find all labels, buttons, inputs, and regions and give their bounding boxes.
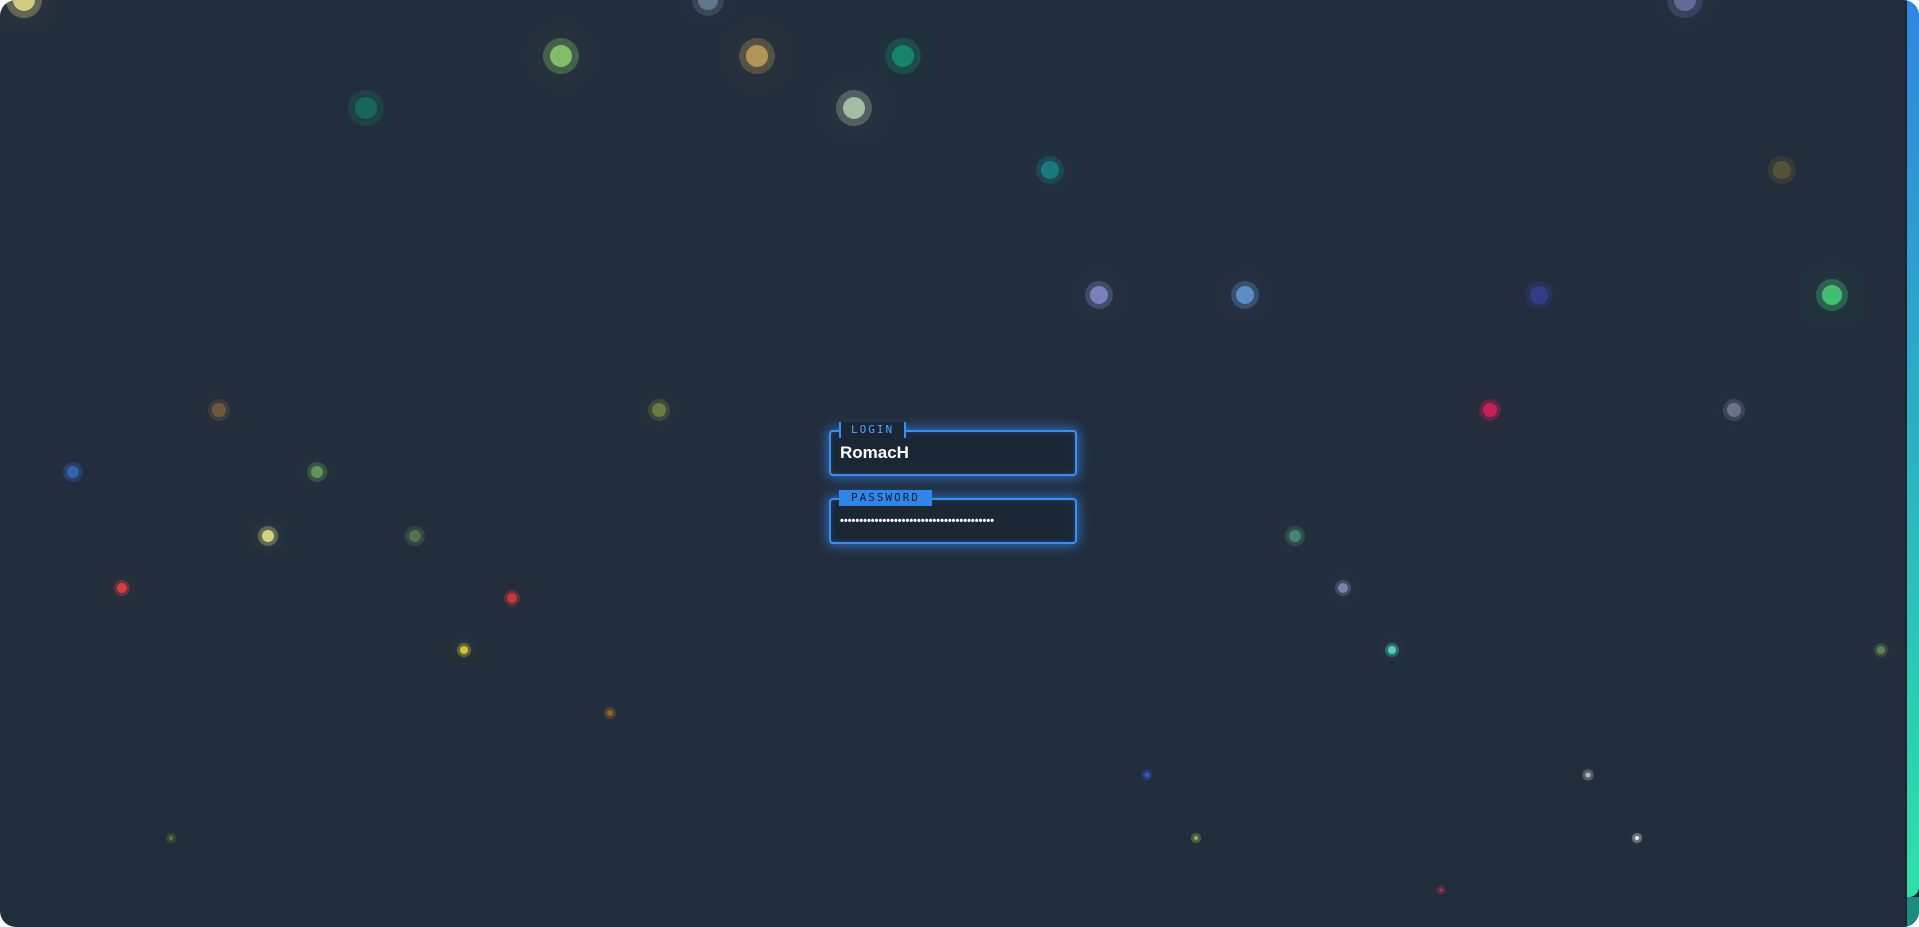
bokeh-dot	[507, 593, 517, 603]
scrollbar-track-end	[1907, 897, 1919, 927]
bokeh-dot	[1530, 286, 1548, 304]
bokeh-dot	[1338, 583, 1348, 593]
bokeh-dot	[1236, 286, 1254, 304]
login-input[interactable]	[840, 432, 1068, 474]
login-field[interactable]: LOGIN	[829, 422, 1077, 476]
bokeh-dot	[1289, 530, 1301, 542]
password-input[interactable]: ••••••••••••••••••••••••••••••••••••••••	[840, 500, 1068, 542]
bokeh-dot	[1773, 161, 1791, 179]
bokeh-dot	[212, 403, 226, 417]
bokeh-dot	[1822, 285, 1842, 305]
bokeh-dot	[1388, 646, 1396, 654]
bokeh-dot	[550, 45, 572, 67]
login-page: LOGIN PASSWORD •••••••••••••••••••••••••…	[0, 0, 1919, 927]
password-field[interactable]: PASSWORD •••••••••••••••••••••••••••••••…	[829, 490, 1077, 544]
bokeh-dot	[13, 0, 35, 11]
bokeh-dot	[460, 646, 468, 654]
scrollbar-thumb[interactable]	[1907, 0, 1919, 897]
bokeh-dot	[117, 583, 127, 593]
bokeh-dot	[311, 466, 323, 478]
bokeh-dot	[409, 530, 421, 542]
bokeh-dot	[892, 45, 914, 67]
bokeh-dot	[1090, 286, 1108, 304]
bokeh-dot	[1585, 772, 1591, 778]
bokeh-dot	[698, 0, 718, 10]
bokeh-dot	[1674, 0, 1696, 11]
bokeh-dot	[1041, 161, 1059, 179]
bokeh-dot	[262, 530, 274, 542]
bokeh-dot	[355, 97, 377, 119]
bokeh-dot	[1727, 403, 1741, 417]
bokeh-dot	[607, 710, 613, 716]
bokeh-dot	[1439, 888, 1443, 892]
bokeh-dot	[1635, 836, 1639, 840]
bokeh-dot	[1483, 403, 1497, 417]
bokeh-dot	[67, 466, 79, 478]
bokeh-dot	[1194, 836, 1198, 840]
bokeh-dot	[1877, 646, 1885, 654]
bokeh-dot	[843, 97, 865, 119]
scrollbar[interactable]	[1905, 0, 1919, 927]
bokeh-dot	[1144, 772, 1150, 778]
bokeh-dot	[746, 45, 768, 67]
bokeh-dot	[169, 836, 173, 840]
bokeh-dot	[652, 403, 666, 417]
